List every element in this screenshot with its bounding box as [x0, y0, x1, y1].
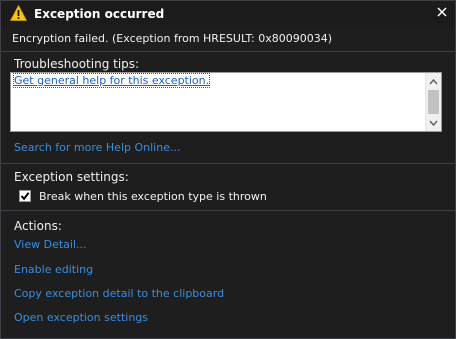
- view-detail-link[interactable]: View Detail...: [14, 238, 87, 251]
- enable-editing-link[interactable]: Enable editing: [14, 263, 93, 276]
- scroll-up-icon[interactable]: [429, 78, 438, 85]
- exception-dialog: Exception occurred Encryption failed. (E…: [0, 0, 456, 339]
- divider: [1, 210, 455, 211]
- copy-exception-detail-link[interactable]: Copy exception detail to the clipboard: [14, 287, 224, 300]
- dialog-title: Exception occurred: [34, 7, 165, 21]
- checkmark-icon: [20, 192, 30, 201]
- troubleshooting-tips-box: Get general help for this exception.: [10, 72, 442, 132]
- search-help-online-link[interactable]: Search for more Help Online...: [14, 141, 180, 154]
- actions-heading: Actions:: [14, 219, 62, 233]
- exception-settings-heading: Exception settings:: [14, 170, 129, 184]
- title-bar: Exception occurred: [1, 1, 455, 28]
- warning-icon: [10, 5, 27, 21]
- general-help-link[interactable]: Get general help for this exception.: [12, 73, 211, 88]
- divider: [1, 163, 455, 164]
- scroll-thumb[interactable]: [428, 90, 439, 114]
- open-exception-settings-link[interactable]: Open exception settings: [14, 311, 148, 324]
- break-on-exception-label[interactable]: Break when this exception type is thrown: [39, 190, 267, 203]
- tips-scrollbar[interactable]: [425, 73, 441, 131]
- break-on-exception-checkbox[interactable]: [19, 190, 31, 202]
- troubleshooting-heading: Troubleshooting tips:: [14, 57, 140, 71]
- exception-message: Encryption failed. (Exception from HRESU…: [12, 32, 333, 45]
- scroll-down-icon[interactable]: [429, 120, 438, 127]
- divider: [1, 51, 455, 52]
- close-icon[interactable]: [436, 6, 448, 18]
